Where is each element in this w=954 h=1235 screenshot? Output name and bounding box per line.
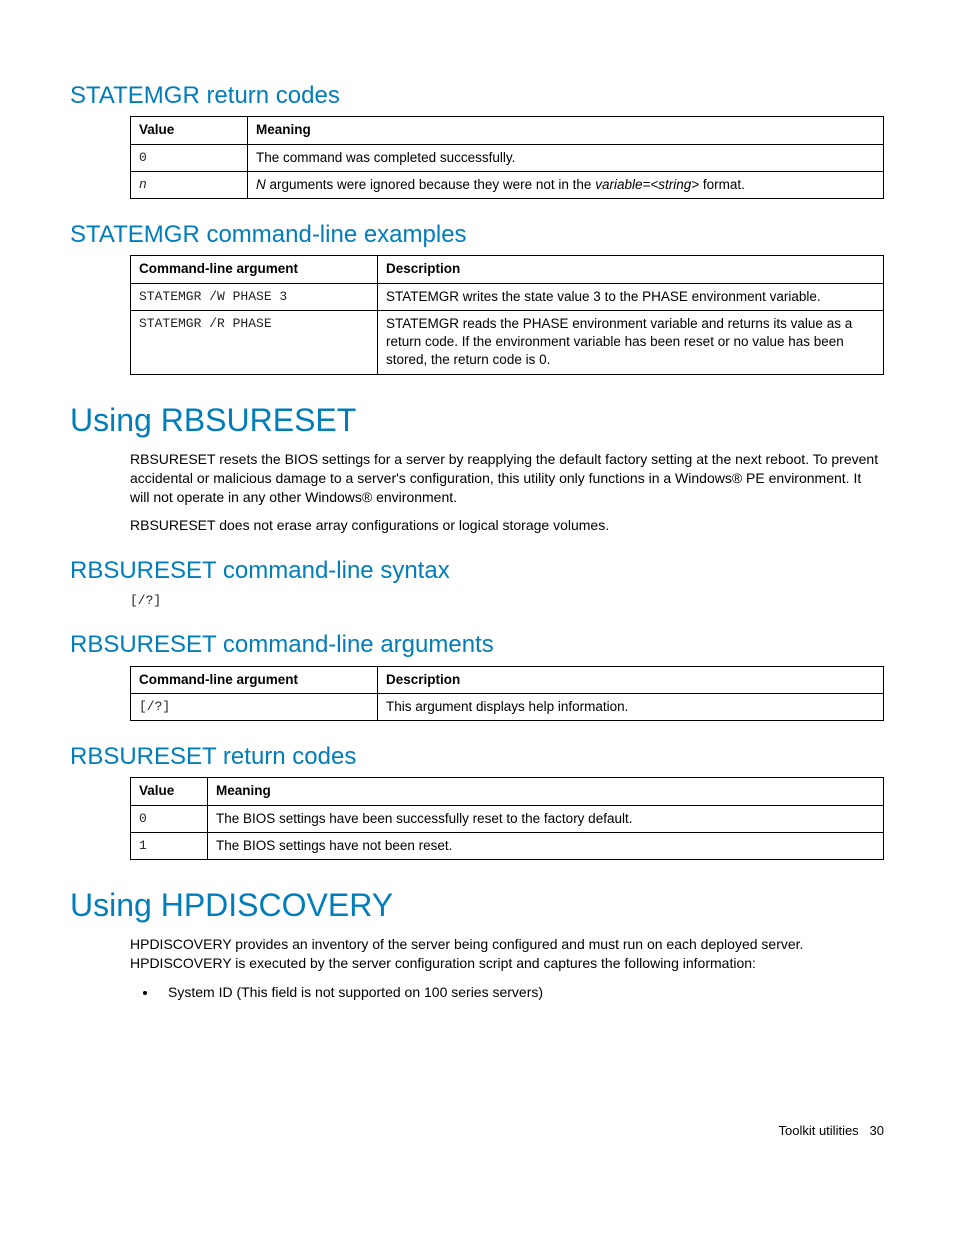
heading-statemgr-examples: STATEMGR command-line examples [70, 219, 884, 251]
th-arg: Command-line argument [131, 666, 378, 693]
cell-meaning: The BIOS settings have been successfully… [208, 805, 884, 832]
cell-value: 0 [131, 805, 208, 832]
cell-value: n [131, 171, 248, 198]
heading-rbsureset: Using RBSURESET [70, 399, 884, 442]
cell-meaning: The command was completed successfully. [248, 144, 884, 171]
footer-label: Toolkit utilities [778, 1123, 858, 1138]
cell-arg: STATEMGR /W PHASE 3 [131, 283, 378, 310]
th-meaning: Meaning [248, 117, 884, 144]
paragraph: RBSURESET does not erase array configura… [130, 516, 884, 535]
list-item: System ID (This field is not supported o… [158, 983, 884, 1002]
cell-value: 1 [131, 832, 208, 859]
table-row: 0 The BIOS settings have been successful… [131, 805, 884, 832]
paragraph: HPDISCOVERY provides an inventory of the… [130, 935, 884, 973]
syntax-code: [/?] [130, 592, 884, 610]
page-footer: Toolkit utilities 30 [70, 1122, 884, 1140]
table-row: STATEMGR /W PHASE 3 STATEMGR writes the … [131, 283, 884, 310]
table-row: 0 The command was completed successfully… [131, 144, 884, 171]
cell-desc: STATEMGR writes the state value 3 to the… [378, 283, 884, 310]
cell-value: 0 [131, 144, 248, 171]
cell-meaning: N arguments were ignored because they we… [248, 171, 884, 198]
table-row: 1 The BIOS settings have not been reset. [131, 832, 884, 859]
cell-meaning: The BIOS settings have not been reset. [208, 832, 884, 859]
paragraph: RBSURESET resets the BIOS settings for a… [130, 450, 884, 507]
th-desc: Description [378, 666, 884, 693]
cell-arg: [/?] [131, 693, 378, 720]
th-arg: Command-line argument [131, 256, 378, 283]
th-desc: Description [378, 256, 884, 283]
th-value: Value [131, 778, 208, 805]
cell-desc: STATEMGR reads the PHASE environment var… [378, 310, 884, 374]
heading-rbsureset-args: RBSURESET command-line arguments [70, 629, 884, 661]
table-rbsureset-args: Command-line argument Description [/?] T… [130, 666, 884, 721]
footer-page: 30 [870, 1123, 884, 1138]
heading-rbsureset-syntax: RBSURESET command-line syntax [70, 555, 884, 587]
table-rbsureset-return: Value Meaning 0 The BIOS settings have b… [130, 777, 884, 860]
bullet-list: System ID (This field is not supported o… [130, 983, 884, 1002]
cell-arg: STATEMGR /R PHASE [131, 310, 378, 374]
table-row: [/?] This argument displays help informa… [131, 693, 884, 720]
table-row: n N arguments were ignored because they … [131, 171, 884, 198]
table-row: STATEMGR /R PHASE STATEMGR reads the PHA… [131, 310, 884, 374]
table-statemgr-return: Value Meaning 0 The command was complete… [130, 116, 884, 199]
th-meaning: Meaning [208, 778, 884, 805]
heading-statemgr-return: STATEMGR return codes [70, 80, 884, 112]
th-value: Value [131, 117, 248, 144]
cell-desc: This argument displays help information. [378, 693, 884, 720]
table-statemgr-examples: Command-line argument Description STATEM… [130, 255, 884, 374]
heading-rbsureset-return: RBSURESET return codes [70, 741, 884, 773]
heading-hpdiscovery: Using HPDISCOVERY [70, 884, 884, 927]
